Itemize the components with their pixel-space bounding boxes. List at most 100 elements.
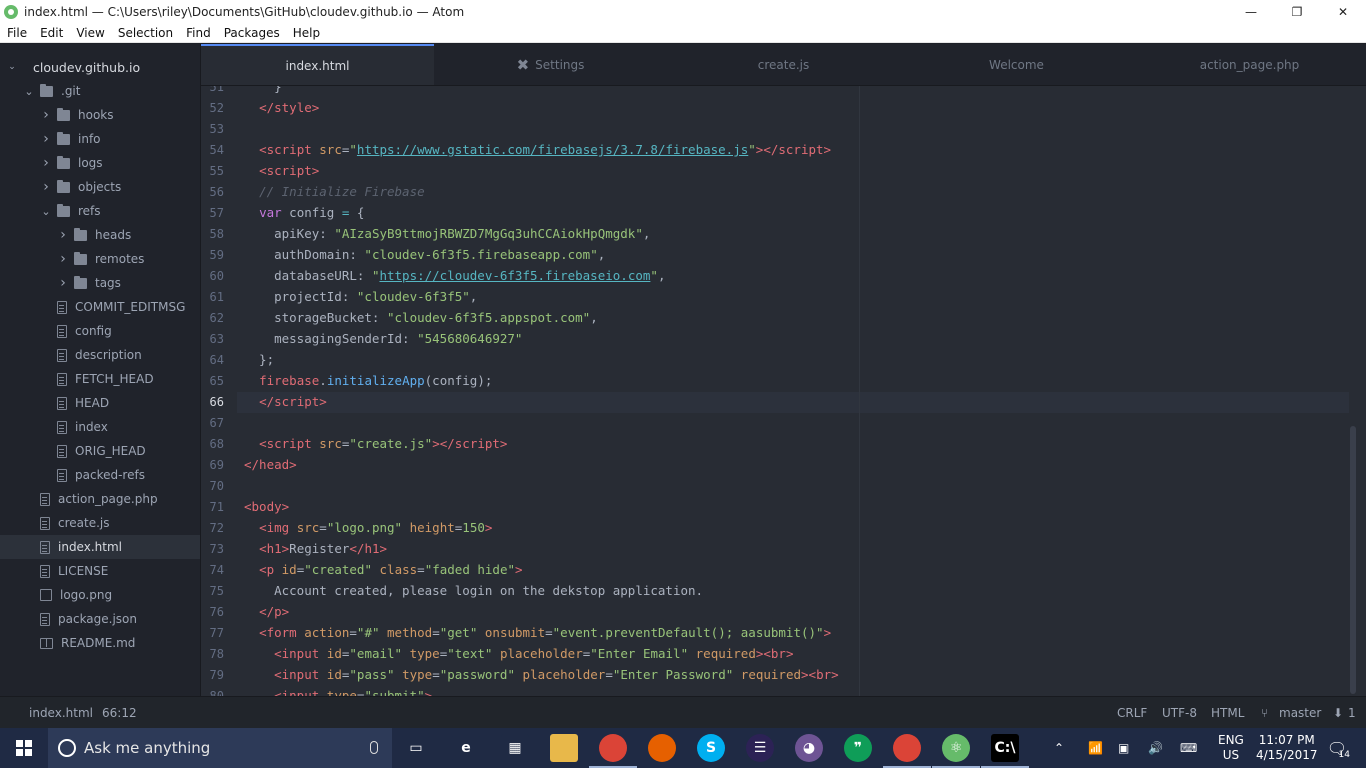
menu-help[interactable]: Help bbox=[287, 26, 326, 40]
cmd-icon[interactable]: C:\ bbox=[991, 734, 1019, 762]
code-line[interactable]: Account created, please login on the dek… bbox=[244, 583, 703, 604]
device-icon[interactable]: ▣ bbox=[1118, 728, 1129, 768]
minimize-button[interactable]: — bbox=[1228, 0, 1274, 23]
tree-item-readme-md[interactable]: README.md bbox=[0, 631, 200, 655]
hangouts-icon[interactable]: ❞ bbox=[844, 734, 872, 762]
code-line[interactable]: <body> bbox=[244, 499, 289, 520]
status-cursor-position[interactable]: 66:12 bbox=[102, 706, 137, 720]
chrome-icon-2[interactable] bbox=[893, 734, 921, 762]
code-line[interactable]: <script src="create.js"></script> bbox=[244, 436, 507, 457]
tab-settings[interactable]: ✖ Settings bbox=[434, 44, 667, 85]
keyboard-icon[interactable]: ⌨ bbox=[1180, 728, 1197, 768]
start-button[interactable] bbox=[0, 728, 48, 768]
tree-item-license[interactable]: LICENSE bbox=[0, 559, 200, 583]
tree-item-create-js[interactable]: create.js bbox=[0, 511, 200, 535]
volume-icon[interactable]: 🔊 bbox=[1148, 728, 1163, 768]
code-line[interactable]: authDomain: "cloudev-6f3f5.firebaseapp.c… bbox=[244, 247, 605, 268]
code-line[interactable]: </style> bbox=[244, 100, 319, 121]
close-button[interactable]: ✕ bbox=[1320, 0, 1366, 23]
code-line[interactable]: <script src="https://www.gstatic.com/fir… bbox=[244, 142, 831, 163]
vertical-scrollbar[interactable] bbox=[1350, 426, 1356, 694]
code-line[interactable]: <input type="submit"> bbox=[244, 688, 432, 696]
code-line[interactable]: } bbox=[244, 86, 282, 100]
code-line[interactable]: </head> bbox=[244, 457, 297, 478]
tab-welcome[interactable]: Welcome bbox=[900, 44, 1133, 85]
code-line[interactable]: <input id="pass" type="password" placeho… bbox=[244, 667, 839, 688]
clock[interactable]: 11:07 PM 4/15/2017 bbox=[1256, 728, 1318, 768]
task-view-icon[interactable]: ▭ bbox=[402, 734, 430, 762]
edge-icon[interactable]: e bbox=[452, 734, 480, 762]
action-center-button[interactable]: 🗨 14 bbox=[1322, 728, 1352, 768]
skype-icon[interactable]: S bbox=[697, 734, 725, 762]
tab-create-js[interactable]: create.js bbox=[667, 44, 900, 85]
line-number-gutter[interactable]: 51 52 53 54 55 56 57 58 59 60 61 62 63 64 65 66 67 68 69 70… bbox=[201, 86, 237, 696]
status-grammar[interactable]: HTML bbox=[1211, 706, 1244, 720]
menu-selection[interactable]: Selection bbox=[112, 26, 179, 40]
code-line[interactable]: </script> bbox=[244, 394, 327, 415]
tree-item--git[interactable]: ⌄ .git bbox=[0, 79, 200, 103]
tree-item-tags[interactable]: › tags bbox=[0, 271, 200, 295]
status-line-ending[interactable]: CRLF bbox=[1117, 706, 1147, 720]
tree-item-package-json[interactable]: package.json bbox=[0, 607, 200, 631]
tree-item-commit-editmsg[interactable]: COMMIT_EDITMSG bbox=[0, 295, 200, 319]
menu-find[interactable]: Find bbox=[180, 26, 217, 40]
tree-item-head[interactable]: HEAD bbox=[0, 391, 200, 415]
status-encoding[interactable]: UTF-8 bbox=[1162, 706, 1197, 720]
tree-item-refs[interactable]: ⌄ refs bbox=[0, 199, 200, 223]
code-line[interactable]: <p id="created" class="faded hide"> bbox=[244, 562, 522, 583]
menu-file[interactable]: File bbox=[1, 26, 33, 40]
atom-icon[interactable]: ⚛ bbox=[942, 734, 970, 762]
microphone-icon[interactable] bbox=[370, 741, 378, 754]
menu-view[interactable]: View bbox=[70, 26, 110, 40]
code-line[interactable]: storageBucket: "cloudev-6f3f5.appspot.co… bbox=[244, 310, 598, 331]
tree-item-info[interactable]: › info bbox=[0, 127, 200, 151]
code-line[interactable]: </p> bbox=[244, 604, 289, 625]
code-line[interactable]: <h1>Register</h1> bbox=[244, 541, 387, 562]
firefox-icon[interactable] bbox=[648, 734, 676, 762]
menu-edit[interactable]: Edit bbox=[34, 26, 69, 40]
github-desktop-icon[interactable]: ◕ bbox=[795, 734, 823, 762]
tab-action-page-php[interactable]: action_page.php bbox=[1133, 44, 1366, 85]
tree-item-description[interactable]: description bbox=[0, 343, 200, 367]
network-icon[interactable]: 📶 bbox=[1088, 728, 1103, 768]
tree-item-index-html[interactable]: index.html bbox=[0, 535, 200, 559]
tab-index-html[interactable]: index.html bbox=[201, 44, 434, 85]
status-git-branch[interactable]: master bbox=[1279, 706, 1321, 720]
code-line[interactable]: // Initialize Firebase bbox=[244, 184, 425, 205]
code-line[interactable]: messagingSenderId: "545680646927" bbox=[244, 331, 522, 352]
code-line[interactable]: <form action="#" method="get" onsubmit="… bbox=[244, 625, 831, 646]
code-line[interactable]: databaseURL: "https://cloudev-6f3f5.fire… bbox=[244, 268, 665, 289]
tree-item-hooks[interactable]: › hooks bbox=[0, 103, 200, 127]
tree-item-index[interactable]: index bbox=[0, 415, 200, 439]
code-line[interactable]: <img src="logo.png" height=150> bbox=[244, 520, 492, 541]
tree-item-cloudev-github-io[interactable]: ⌄ cloudev.github.io bbox=[0, 55, 200, 79]
store-icon[interactable]: ▦ bbox=[501, 734, 529, 762]
tree-item-fetch-head[interactable]: FETCH_HEAD bbox=[0, 367, 200, 391]
tree-item-orig-head[interactable]: ORIG_HEAD bbox=[0, 439, 200, 463]
code-lines[interactable]: } </style> <script src="https://www.gsta… bbox=[244, 86, 1354, 696]
tree-item-action-page-php[interactable]: action_page.php bbox=[0, 487, 200, 511]
tree-item-objects[interactable]: › objects bbox=[0, 175, 200, 199]
tree-item-logs[interactable]: › logs bbox=[0, 151, 200, 175]
tree-item-heads[interactable]: › heads bbox=[0, 223, 200, 247]
code-line[interactable]: firebase.initializeApp(config); bbox=[244, 373, 492, 394]
code-editor[interactable]: 51 52 53 54 55 56 57 58 59 60 61 62 63 64 65 66 67 68 69 70… bbox=[201, 86, 1366, 696]
tree-item-remotes[interactable]: › remotes bbox=[0, 247, 200, 271]
code-line[interactable]: var config = { bbox=[244, 205, 364, 226]
code-line[interactable]: <script> bbox=[244, 163, 319, 184]
file-explorer-icon[interactable] bbox=[550, 734, 578, 762]
cortana-search-box[interactable]: Ask me anything bbox=[48, 728, 392, 768]
code-line[interactable]: }; bbox=[244, 352, 274, 373]
tree-item-logo-png[interactable]: logo.png bbox=[0, 583, 200, 607]
tree-item-config[interactable]: config bbox=[0, 319, 200, 343]
eclipse-icon[interactable]: ☰ bbox=[746, 734, 774, 762]
restore-button[interactable]: ❐ bbox=[1274, 0, 1320, 23]
status-file-name[interactable]: index.html bbox=[29, 706, 93, 720]
code-line[interactable]: projectId: "cloudev-6f3f5", bbox=[244, 289, 477, 310]
code-line[interactable]: apiKey: "AIzaSyB9ttmojRBWZD7MgGq3uhCCAio… bbox=[244, 226, 650, 247]
chrome-icon[interactable] bbox=[599, 734, 627, 762]
show-hidden-icons-button[interactable]: ⌃ bbox=[1054, 728, 1064, 768]
status-commits-behind[interactable]: 1 bbox=[1348, 706, 1356, 720]
menu-packages[interactable]: Packages bbox=[218, 26, 286, 40]
language-indicator[interactable]: ENG US bbox=[1218, 728, 1244, 768]
